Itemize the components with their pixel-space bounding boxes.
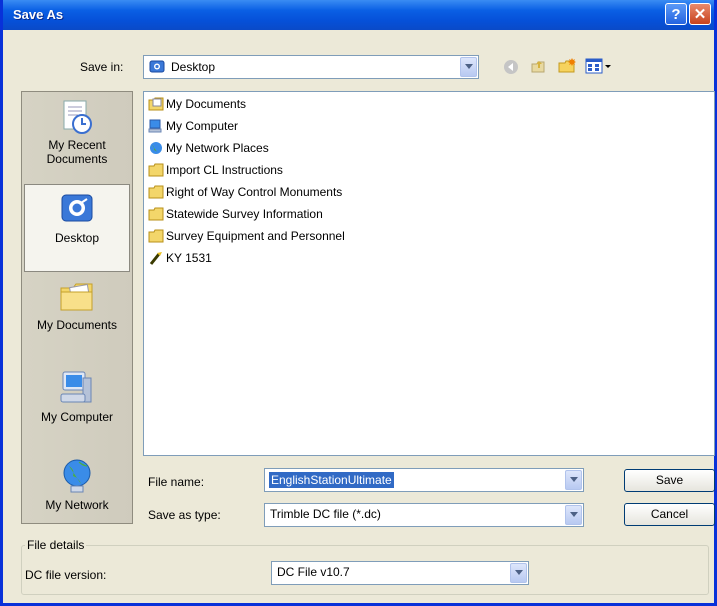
views-menu-icon[interactable] [585,57,613,78]
file-name-label: File name: [148,475,205,489]
folder-icon [148,163,164,177]
place-label-line1: My Recent [48,138,106,152]
place-recent-documents[interactable]: My Recent Documents [24,98,130,180]
file-name: Right of Way Control Monuments [166,185,343,199]
list-item[interactable]: Import CL Instructions [148,161,283,179]
shortcut-file-icon [148,251,164,265]
chevron-down-icon[interactable] [565,505,582,525]
list-item[interactable]: KY 1531 [148,249,212,267]
chevron-down-icon[interactable] [510,563,527,583]
list-item[interactable]: Statewide Survey Information [148,205,323,223]
file-name: Import CL Instructions [166,163,283,177]
folder-icon [148,207,164,221]
save-type-dropdown[interactable]: Trimble DC file (*.dc) [264,503,584,527]
dc-version-value: DC File v10.7 [277,565,350,579]
file-name: My Computer [166,119,239,133]
place-label-line2: Documents [46,152,108,166]
file-details-label: File details [25,538,87,552]
place-my-documents[interactable]: My Documents [24,278,130,348]
folder-icon [148,185,164,199]
new-folder-icon[interactable] [558,57,578,78]
up-folder-icon[interactable] [530,57,548,78]
save-type-label: Save as type: [148,508,221,522]
my-network-icon [24,456,130,496]
place-my-network[interactable]: My Network [24,456,130,522]
dc-version-dropdown[interactable]: DC File v10.7 [271,561,529,585]
title-bar[interactable]: Save As ? ✕ [3,0,714,30]
network-places-icon [148,141,164,155]
my-documents-icon [24,278,130,316]
list-item[interactable]: My Documents [148,95,246,113]
list-item[interactable]: My Network Places [148,139,269,157]
places-bar: My Recent Documents Desktop My Documents… [21,91,133,524]
folder-icon [148,229,164,243]
file-name: My Documents [166,97,247,111]
file-name: Survey Equipment and Personnel [166,229,345,243]
list-item[interactable]: My Computer [148,117,238,135]
place-label-line1: My Documents [36,318,118,332]
file-list[interactable]: My Documents My Computer My Network Plac… [143,91,715,456]
desktop-small-icon [149,59,165,75]
chevron-down-icon[interactable] [565,470,582,490]
place-desktop[interactable]: Desktop [24,184,130,272]
file-name: Statewide Survey Information [166,207,323,221]
place-label-line1: My Network [45,498,109,512]
file-name: My Network Places [166,141,269,155]
save-type-value: Trimble DC file (*.dc) [270,507,381,521]
list-item[interactable]: Right of Way Control Monuments [148,183,342,201]
file-name-input[interactable]: EnglishStationUltimate [264,468,584,492]
chevron-down-icon[interactable] [460,57,477,77]
save-as-dialog: Save As ? ✕ Save in: Desktop My Recent D… [0,0,717,606]
place-label-line1: My Computer [40,410,114,424]
my-documents-icon [148,97,164,111]
my-computer-icon [148,119,164,133]
save-button[interactable]: Save [624,469,715,492]
file-name-value: EnglishStationUltimate [269,472,394,488]
dialog-title: Save As [13,7,64,22]
place-label-line1: Desktop [54,231,100,245]
desktop-icon [25,191,129,229]
save-in-label: Save in: [80,60,124,74]
help-button[interactable]: ? [665,3,687,25]
save-in-dropdown[interactable]: Desktop [143,55,479,79]
close-button[interactable]: ✕ [689,3,711,25]
back-icon[interactable] [503,59,519,78]
place-my-computer[interactable]: My Computer [24,368,130,438]
save-in-value: Desktop [171,60,216,74]
my-computer-icon [24,368,130,408]
file-name: KY 1531 [166,251,212,265]
list-item[interactable]: Survey Equipment and Personnel [148,227,345,245]
dc-version-label: DC file version: [25,568,107,582]
cancel-button[interactable]: Cancel [624,503,715,526]
recent-documents-icon [24,98,130,136]
